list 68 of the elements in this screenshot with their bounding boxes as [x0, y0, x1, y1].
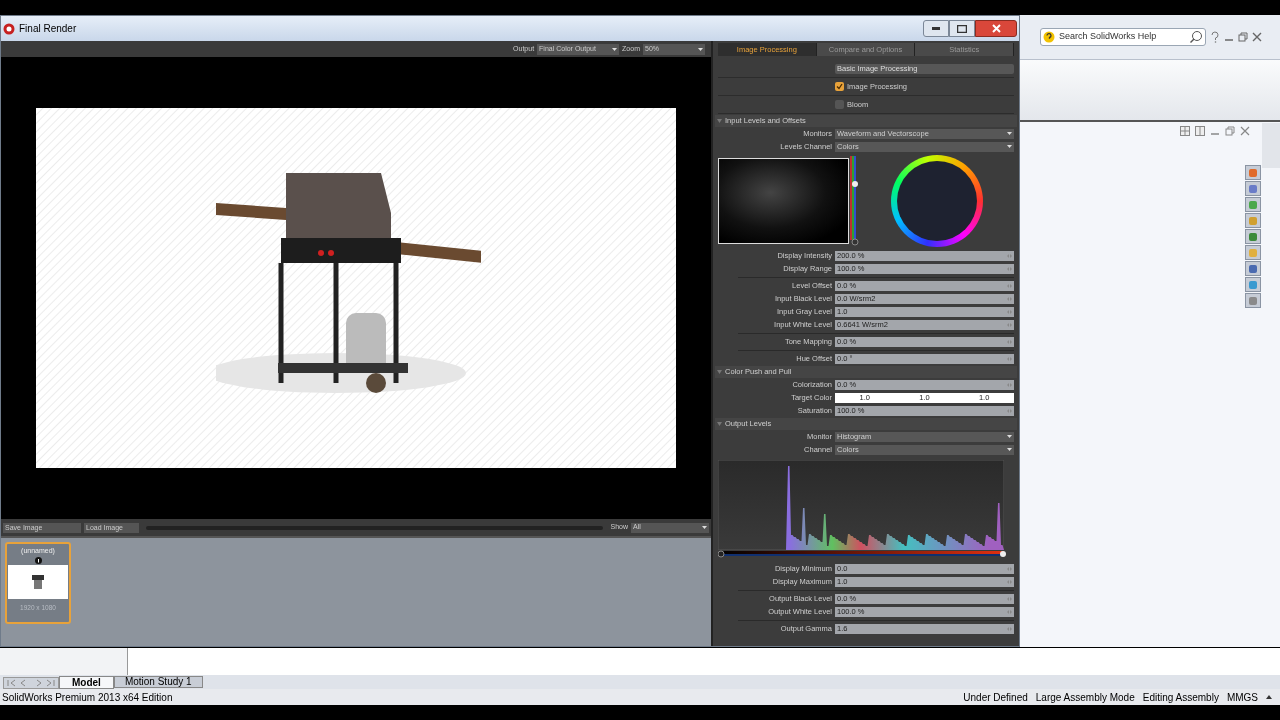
app-logo-icon — [3, 22, 15, 35]
status-text: Large Assembly Mode — [1035, 690, 1135, 705]
collapse-arrow-icon[interactable] — [717, 119, 722, 123]
close-icon — [991, 24, 1001, 33]
spinner-icon[interactable] — [1006, 251, 1013, 260]
minimize-icon — [932, 26, 940, 31]
close-button[interactable] — [975, 20, 1017, 37]
status-text: MMGS — [1226, 690, 1258, 705]
caret-icon — [698, 47, 703, 51]
task-pane-icon[interactable] — [1248, 279, 1258, 290]
caret-icon — [702, 526, 707, 529]
caret-icon — [1007, 132, 1012, 135]
spinner-icon[interactable] — [1006, 594, 1013, 603]
level-bar-drawing[interactable] — [850, 156, 859, 246]
caret-icon — [1007, 435, 1012, 438]
help-icon[interactable] — [1210, 31, 1220, 43]
task-pane-icon[interactable] — [1248, 167, 1258, 178]
restore-icon[interactable] — [1225, 126, 1235, 136]
slider-track[interactable] — [146, 525, 604, 530]
edition-text: SolidWorks Premium 2013 x64 Edition — [2, 690, 173, 705]
spinner-icon[interactable] — [1006, 294, 1013, 303]
spinner-icon[interactable] — [1006, 264, 1013, 273]
tab[interactable]: Motion Study 1 — [113, 676, 203, 688]
close-icon[interactable] — [1252, 32, 1262, 42]
spinner-icon[interactable] — [1006, 281, 1013, 290]
spinner-icon[interactable] — [1006, 320, 1013, 329]
collapse-arrow-icon[interactable] — [717, 422, 722, 426]
checkbox[interactable] — [835, 82, 844, 91]
spinner-icon[interactable] — [1006, 337, 1013, 346]
status-text: Under Defined — [963, 690, 1028, 705]
spinner-icon[interactable] — [1006, 564, 1013, 573]
collapse-arrow-icon[interactable] — [717, 370, 722, 374]
tile-icon[interactable] — [1195, 126, 1205, 136]
maximize-icon — [957, 24, 967, 33]
spinner-icon[interactable] — [1006, 607, 1013, 616]
question-icon — [1043, 31, 1055, 43]
tab-navigation-icon[interactable] — [3, 677, 59, 689]
maximize-button[interactable] — [949, 20, 975, 37]
info-icon — [34, 556, 42, 564]
task-pane-icon[interactable] — [1248, 231, 1258, 242]
help-search-field[interactable]: Search SolidWorks Help — [1059, 30, 1185, 44]
tile-icon[interactable] — [1180, 126, 1190, 136]
restore-icon[interactable] — [1238, 32, 1248, 42]
spinner-icon[interactable] — [1006, 380, 1013, 389]
close-icon[interactable] — [1240, 126, 1250, 136]
tab[interactable]: Model — [59, 676, 114, 689]
caret-icon — [1007, 448, 1012, 451]
task-pane-icon[interactable] — [1248, 215, 1258, 226]
task-pane-icon[interactable] — [1248, 295, 1258, 306]
spinner-icon[interactable] — [1006, 577, 1013, 586]
window-title: Final Render — [19, 22, 77, 36]
spinner-icon[interactable] — [1006, 406, 1013, 415]
spinner-icon[interactable] — [1006, 354, 1013, 363]
task-pane-icon[interactable] — [1248, 183, 1258, 194]
task-pane-icon[interactable] — [1248, 263, 1258, 274]
thumbnail-image — [8, 564, 68, 599]
status-text: Editing Assembly — [1142, 690, 1219, 705]
task-pane-icon[interactable] — [1248, 199, 1258, 210]
range-slider-drawing[interactable] — [718, 550, 1008, 558]
spinner-icon[interactable] — [1006, 307, 1013, 316]
caret-icon — [612, 47, 618, 51]
spinner-icon[interactable] — [1006, 624, 1013, 633]
minimize-button[interactable] — [923, 20, 949, 37]
checkbox[interactable] — [835, 100, 844, 109]
search-icon[interactable] — [1189, 30, 1203, 44]
up-arrow-icon[interactable] — [1266, 694, 1272, 700]
search-box[interactable]: Search SolidWorks Help — [1040, 28, 1206, 46]
caret-icon — [1007, 145, 1012, 148]
